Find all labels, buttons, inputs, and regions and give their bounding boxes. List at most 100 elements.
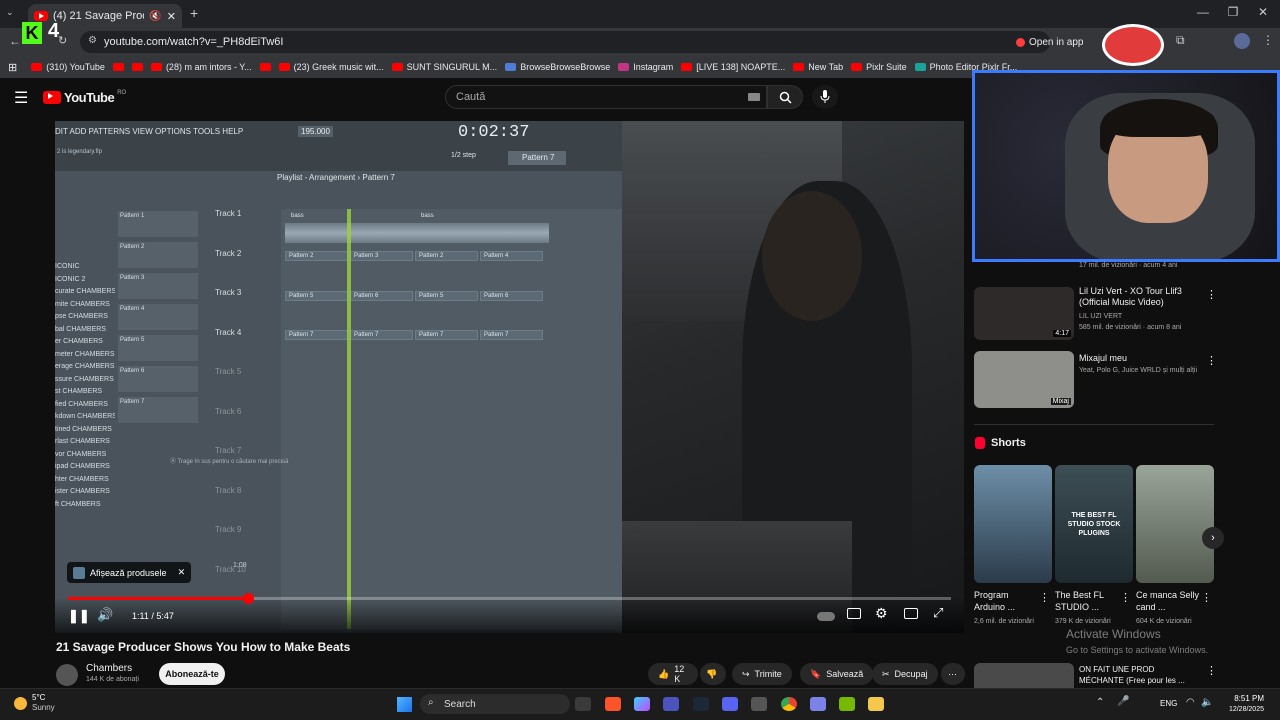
progress-bar[interactable] <box>68 593 951 604</box>
tab-close-icon[interactable]: ✕ <box>167 10 176 23</box>
language-indicator[interactable]: ENG <box>1160 699 1177 708</box>
channel-name[interactable]: Chambers <box>86 663 132 674</box>
channel-avatar[interactable] <box>56 664 78 686</box>
dislike-button[interactable]: 👎 <box>700 663 726 685</box>
search-button[interactable] <box>767 85 803 109</box>
sidebar-thumb-next[interactable] <box>974 663 1074 688</box>
weather-desc: Sunny <box>32 703 55 712</box>
file-explorer-icon[interactable] <box>868 697 884 711</box>
video-player[interactable]: DIT ADD PATTERNS VIEW OPTIONS TOOLS HELP… <box>55 121 964 633</box>
short-thumb-3[interactable] <box>1136 465 1214 583</box>
like-button[interactable]: 👍 12 K <box>648 663 698 685</box>
short-more-icon-1[interactable]: ⋮ <box>1039 591 1050 604</box>
teams-icon[interactable] <box>663 697 679 711</box>
settings-gear-icon[interactable]: ⚙ <box>875 605 888 622</box>
products-chip[interactable]: Afișează produsele ✕ <box>67 562 192 583</box>
bookmark-red-2[interactable] <box>131 63 143 71</box>
autoplay-toggle[interactable] <box>817 612 835 621</box>
people-icon[interactable] <box>810 697 826 711</box>
volume-icon[interactable]: 🔊 <box>97 607 113 623</box>
bookmark-8[interactable]: New Tab <box>793 62 843 72</box>
short-title-1[interactable]: Program Arduino ... <box>974 589 1040 613</box>
sidebar-title-2[interactable]: Mixajul meu <box>1079 353 1127 364</box>
sidebar-more-icon-1[interactable]: ⋮ <box>1206 288 1217 301</box>
bookmark-6[interactable]: Instagram <box>618 62 673 72</box>
copilot-icon[interactable] <box>634 697 650 711</box>
short-thumb-1[interactable] <box>974 465 1052 583</box>
address-bar[interactable]: ⚙ youtube.com/watch?v=_PH8dEiTw6I <box>80 31 1050 53</box>
browser-menu-icon[interactable]: ⋮ <box>1262 33 1274 47</box>
fullscreen-icon[interactable]: ⤢ <box>933 605 943 621</box>
bookmark-1[interactable]: (310) YouTube <box>31 62 105 72</box>
sidebar-thumb-2[interactable]: Mixaj <box>974 351 1074 408</box>
apps-grid-icon[interactable]: ⊞ <box>8 61 17 74</box>
taskbar-search-input[interactable]: ⌕ Search <box>420 694 570 714</box>
mascot-sticker <box>1102 24 1164 66</box>
tray-chevron-icon[interactable]: ⌃ <box>1096 697 1104 708</box>
short-more-icon-3[interactable]: ⋮ <box>1201 591 1212 604</box>
pause-icon[interactable]: ❚❚ <box>68 608 90 624</box>
extensions-icon[interactable]: ⧉ <box>1176 33 1185 48</box>
short-title-2[interactable]: The Best FL STUDIO ... <box>1055 589 1121 613</box>
tab-list-chevron-icon[interactable]: ⌄ <box>6 7 14 18</box>
maximize-icon[interactable]: ❐ <box>1218 5 1248 19</box>
bookmark-3[interactable]: (23) Greek music wit... <box>278 62 384 72</box>
chrome-icon[interactable] <box>781 697 797 711</box>
subscribe-button[interactable]: Abonează-te <box>159 663 225 685</box>
bookmark-7[interactable]: [LIVE 138] NOAPTE... <box>681 62 785 72</box>
discord-icon[interactable] <box>722 697 738 711</box>
weather-widget[interactable]: 5°C Sunny <box>14 693 55 713</box>
miniplayer-icon[interactable] <box>904 608 918 619</box>
voice-search-button[interactable] <box>812 85 838 109</box>
profile-avatar[interactable] <box>1234 33 1250 49</box>
products-close-icon[interactable]: ✕ <box>178 567 186 578</box>
wifi-icon[interactable]: ◠ <box>1186 697 1195 708</box>
close-window-icon[interactable]: ✕ <box>1248 5 1278 19</box>
brave-icon[interactable] <box>605 697 621 711</box>
bookmark-red-3[interactable] <box>259 63 271 71</box>
short-more-icon-2[interactable]: ⋮ <box>1120 591 1131 604</box>
bookmark-5[interactable]: BrowseBrowseBrowse <box>505 62 610 72</box>
start-button[interactable] <box>397 697 412 712</box>
hamburger-menu-icon[interactable]: ☰ <box>14 88 28 108</box>
sidebar-thumb-1[interactable]: 4:17 <box>974 287 1074 340</box>
bookmark-red-1[interactable] <box>112 63 124 71</box>
save-button[interactable]: 🔖 Salvează <box>800 663 874 685</box>
sidebar-title-next[interactable]: ON FAIT UNE PROD MÉCHANTE (Free pour les… <box>1079 664 1199 686</box>
tray-mic-icon[interactable]: 🎤 <box>1117 696 1129 707</box>
short-title-3[interactable]: Ce manca Selly cand ... <box>1136 589 1202 613</box>
shorts-next-button[interactable]: › <box>1202 527 1224 549</box>
fl-channel-column: ICONIC ICONIC 2 curate CHAMBERS mite CHAMBE… <box>55 261 115 511</box>
taskview-icon[interactable] <box>575 697 591 711</box>
bookmark-4[interactable]: SUNT SINGURUL M... <box>391 62 497 72</box>
fl-channel-item: curate CHAMBERS <box>55 288 115 295</box>
nvidia-icon[interactable] <box>839 697 855 711</box>
tab-mute-icon[interactable]: 🔇 <box>149 11 161 22</box>
site-info-icon[interactable]: ⚙ <box>88 35 97 46</box>
fl-track-header: Track 5 <box>215 367 242 376</box>
bookmark-9[interactable]: Pixlr Suite <box>851 62 907 72</box>
clock[interactable]: 8:51 PM 12/28/2025 <box>1224 693 1264 715</box>
share-button[interactable]: ↪ Trimite <box>732 663 792 685</box>
search-input[interactable]: Caută <box>445 85 767 109</box>
subtitles-icon[interactable] <box>847 608 861 619</box>
fl-step: 1/2 step <box>451 152 476 159</box>
new-tab-button[interactable]: + <box>190 5 198 21</box>
sidebar-more-icon-2[interactable]: ⋮ <box>1206 354 1217 367</box>
bookmark-2[interactable]: (28) m am intors - Y... <box>150 62 252 72</box>
short-thumb-2[interactable]: THE BEST FL STUDIO STOCK PLUGINS <box>1055 465 1133 583</box>
sidebar-more-icon-next[interactable]: ⋮ <box>1206 664 1217 677</box>
calculator-icon[interactable] <box>751 697 767 711</box>
keyboard-icon[interactable] <box>748 93 760 101</box>
video-title: 21 Savage Producer Shows You How to Make… <box>56 640 351 654</box>
more-actions-button[interactable]: ⋯ <box>941 663 965 685</box>
speaker-icon[interactable]: 🔈 <box>1201 697 1213 708</box>
open-in-app-button[interactable]: Open in app <box>1016 35 1084 50</box>
reload-icon[interactable]: ↻ <box>58 34 67 47</box>
back-icon[interactable]: ← <box>9 34 21 48</box>
youtube-logo[interactable]: YouTube RO <box>43 90 126 105</box>
minimize-icon[interactable]: — <box>1188 5 1218 19</box>
steam-icon[interactable] <box>693 697 709 711</box>
clip-button[interactable]: ✂ Decupaj <box>872 663 938 685</box>
sidebar-title-1[interactable]: Lil Uzi Vert - XO Tour Llif3 (Official M… <box>1079 286 1199 308</box>
